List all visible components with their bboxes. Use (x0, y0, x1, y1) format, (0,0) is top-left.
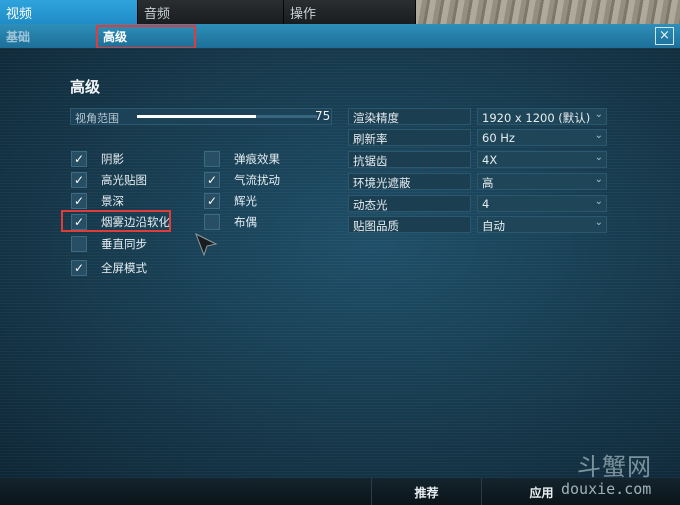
game-art-strip (416, 0, 680, 24)
fullscreen-checkbox[interactable]: ✓ (71, 260, 87, 276)
highlight-box-advanced (96, 25, 196, 49)
bloom-checkbox[interactable]: ✓ (71, 172, 87, 188)
texture-quality-value: 自动 (482, 219, 505, 233)
resolution-value: 1920 x 1200 (默认) (482, 111, 591, 125)
subtab-basic[interactable]: 基础 (6, 28, 30, 45)
cloth-label: 布偶 (234, 215, 257, 229)
shell-effects-checkbox[interactable] (204, 151, 220, 167)
view-distance-slider-fill (137, 115, 256, 118)
chevron-down-icon: ⌄ (594, 130, 603, 141)
cloth-checkbox[interactable] (204, 214, 220, 230)
chevron-down-icon: ⌄ (594, 174, 603, 185)
glow-label: 辉光 (234, 194, 257, 208)
antialiasing-select[interactable]: 4X ⌄ (477, 151, 607, 168)
dynamic-light-select[interactable]: 4 ⌄ (477, 195, 607, 212)
vsync-checkbox[interactable] (71, 236, 87, 252)
recommend-button[interactable]: 推荐 (371, 478, 481, 505)
highlight-box-fullscreen (61, 210, 171, 232)
refresh-rate-value: 60 Hz (482, 131, 515, 145)
chevron-down-icon: ⌄ (594, 152, 603, 163)
tab-controls[interactable]: 操作 (284, 0, 416, 24)
setting-label-refresh-rate: 刷新率 (348, 129, 471, 146)
setting-label-dynamic-light: 动态光 (348, 195, 471, 212)
ambient-occlusion-select[interactable]: 高 ⌄ (477, 173, 607, 190)
page-title: 高级 (70, 78, 101, 96)
watermark-url: douxie.com (561, 480, 652, 498)
chevron-down-icon: ⌄ (594, 217, 603, 228)
air-turbulence-label: 气流扰动 (234, 173, 280, 187)
view-distance-slider-row: 视角范围 75 (70, 108, 332, 125)
close-button[interactable]: × (655, 27, 674, 45)
settings-panel: 高级 视角范围 75 ✓ 阴影 ✓ 高光贴图 ✓ 景深 ✓ 烟雾边沿软化 垂直同… (0, 48, 680, 478)
watermark: 斗蟹网 douxie.com (555, 447, 680, 505)
glow-checkbox[interactable]: ✓ (204, 193, 220, 209)
setting-label-antialiasing: 抗锯齿 (348, 151, 471, 168)
texture-quality-select[interactable]: 自动 ⌄ (477, 216, 607, 233)
dynamic-light-value: 4 (482, 197, 490, 211)
air-turbulence-checkbox[interactable]: ✓ (204, 172, 220, 188)
tab-video[interactable]: 视频 (0, 0, 138, 24)
antialiasing-value: 4X (482, 153, 498, 167)
depth-of-field-checkbox[interactable]: ✓ (71, 193, 87, 209)
tab-audio[interactable]: 音频 (138, 0, 284, 24)
main-tab-bar: 视频 音频 操作 (0, 0, 680, 24)
view-distance-value: 75 (315, 109, 331, 123)
refresh-rate-select[interactable]: 60 Hz ⌄ (477, 129, 607, 146)
vsync-label: 垂直同步 (101, 237, 147, 251)
view-distance-slider[interactable] (137, 115, 317, 118)
chevron-down-icon: ⌄ (594, 196, 603, 207)
shadows-label: 阴影 (101, 152, 124, 166)
ambient-occlusion-value: 高 (482, 176, 494, 190)
fullscreen-label: 全屏模式 (101, 261, 147, 275)
setting-label-ambient-occlusion: 环境光遮蔽 (348, 173, 471, 190)
setting-label-resolution: 渲染精度 (348, 108, 471, 125)
bloom-label: 高光贴图 (101, 173, 147, 187)
depth-of-field-label: 景深 (101, 194, 124, 208)
setting-label-texture-quality: 贴图品质 (348, 216, 471, 233)
resolution-select[interactable]: 1920 x 1200 (默认) ⌄ (477, 108, 607, 125)
watermark-brand: 斗蟹网 (577, 453, 652, 481)
chevron-down-icon: ⌄ (594, 109, 603, 120)
shadows-checkbox[interactable]: ✓ (71, 151, 87, 167)
view-distance-label: 视角范围 (75, 112, 119, 125)
shell-effects-label: 弹痕效果 (234, 152, 280, 166)
mouse-cursor-icon (195, 232, 218, 257)
